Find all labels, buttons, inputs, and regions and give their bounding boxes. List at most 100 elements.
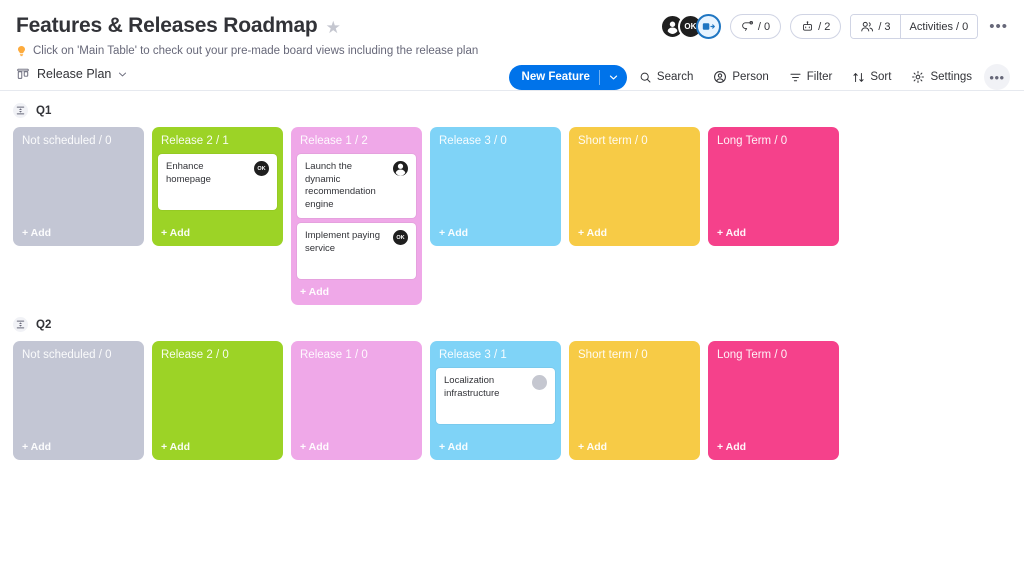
column-title: Release 3 / 1 — [439, 349, 507, 362]
board-column: Not scheduled / 0 + Add — [13, 341, 144, 461]
board-columns: Not scheduled / 0 + Add Release 2 / 0 + Add… — [13, 341, 1011, 461]
board-toolbar: New Feature Search Person Filter Sort Se… — [508, 64, 1010, 90]
board-header: Features & Releases Roadmap ★ Click on '… — [0, 0, 1024, 57]
settings-label: Settings — [930, 71, 972, 83]
filter-label: Filter — [806, 71, 833, 83]
members-count: / 3 — [878, 20, 891, 33]
card-avatar[interactable]: OK — [254, 161, 269, 176]
add-item-button[interactable]: + Add — [19, 220, 138, 240]
chevron-down-icon[interactable] — [118, 70, 127, 79]
page-title: Features & Releases Roadmap — [16, 14, 318, 37]
gear-icon — [911, 70, 925, 84]
column-title: Long Term / 0 — [717, 349, 788, 362]
activities-label: Activities / 0 — [909, 20, 969, 33]
filter-button[interactable]: Filter — [781, 64, 841, 90]
board-column: Short term / 0 + Add — [569, 341, 700, 461]
kanban-board: Q1 Not scheduled / 0 + Add Release 2 / 1 Enh… — [0, 103, 1024, 461]
board-column: Release 2 / 1 Enhance homepage OK + Add — [152, 127, 283, 246]
column-title: Short term / 0 — [578, 135, 648, 147]
kanban-board-icon — [16, 67, 30, 81]
column-title: Release 2 / 1 — [161, 135, 229, 147]
activities-stat[interactable]: Activities / 0 — [899, 15, 978, 38]
board-column: Release 2 / 0 + Add — [152, 341, 283, 461]
add-item-button[interactable]: + Add — [575, 434, 694, 454]
board-card[interactable]: Launch the dynamic recommendation engine — [297, 154, 416, 219]
toolbar-more-menu-button[interactable]: ••• — [984, 64, 1010, 90]
board-column: Release 3 / 0 + Add — [430, 127, 561, 246]
board-columns: Not scheduled / 0 + Add Release 2 / 1 Enhan… — [13, 127, 1011, 306]
invite-member-icon[interactable] — [695, 14, 721, 39]
sort-button[interactable]: Sort — [844, 64, 899, 90]
add-item-button[interactable]: + Add — [436, 220, 555, 240]
board-more-menu-button[interactable]: ••• — [987, 18, 1010, 35]
sort-icon — [852, 71, 865, 84]
column-cards: Localization infrastructure — [436, 368, 555, 425]
collapse-group-icon[interactable] — [13, 317, 28, 333]
search-button[interactable]: Search — [631, 64, 701, 90]
column-title: Not scheduled / 0 — [22, 135, 112, 147]
search-icon — [639, 71, 652, 84]
add-item-button[interactable]: + Add — [297, 434, 416, 454]
person-label: Person — [732, 71, 769, 83]
column-title: Short term / 0 — [578, 349, 648, 362]
avatar-group[interactable]: OK — [659, 14, 721, 39]
column-title: Release 1 / 2 — [300, 135, 368, 147]
column-cards: Launch the dynamic recommendation engine… — [297, 154, 416, 280]
updates-count: / 0 — [757, 20, 771, 33]
board-card[interactable]: Enhance homepage OK — [158, 154, 277, 210]
star-icon[interactable]: ★ — [326, 19, 341, 36]
board-card[interactable]: Implement paying service OK — [297, 223, 416, 280]
add-item-button[interactable]: + Add — [436, 434, 555, 454]
add-item-button[interactable]: + Add — [714, 220, 833, 240]
column-title: Release 1 / 0 — [300, 349, 368, 362]
column-title: Long Term / 0 — [717, 135, 788, 147]
integrations-pill[interactable]: / 2 — [790, 14, 842, 39]
group-header: Q1 — [13, 103, 1011, 118]
card-title: Launch the dynamic recommendation engine — [305, 161, 376, 210]
group-title: Q1 — [36, 104, 52, 117]
lightbulb-icon — [16, 45, 27, 57]
filter-icon — [789, 71, 802, 84]
board-column: Long Term / 0 + Add — [708, 341, 839, 461]
members-stat[interactable]: / 3 — [851, 15, 900, 38]
person-button[interactable]: Person — [705, 64, 776, 90]
card-avatar[interactable] — [532, 375, 547, 391]
collapse-group-icon[interactable] — [13, 103, 28, 118]
updates-pill[interactable]: / 0 — [729, 14, 782, 39]
search-label: Search — [656, 71, 694, 83]
board-column: Long Term / 0 + Add — [708, 127, 839, 246]
card-avatar[interactable]: OK — [393, 230, 408, 246]
add-item-button[interactable]: + Add — [714, 434, 833, 454]
add-item-button[interactable]: + Add — [297, 279, 416, 299]
view-tab-release-plan[interactable]: Release Plan — [16, 67, 127, 81]
board-group: Q2 Not scheduled / 0 + Add Release 2 / 0 + A… — [13, 317, 1011, 461]
view-bar: Release Plan New Feature Search Person F… — [0, 57, 1024, 91]
person-circle-icon — [713, 70, 727, 84]
header-right-cluster: OK / 0 / 2 / 3 Activities / 0 ••• — [659, 14, 1010, 39]
integrations-count: / 2 — [818, 20, 831, 33]
board-column: Release 1 / 2 Launch the dynamic recommen… — [291, 127, 422, 306]
group-title: Q2 — [36, 318, 52, 331]
card-title: Implement paying service — [305, 230, 380, 254]
column-title: Release 2 / 0 — [161, 349, 229, 362]
group-header: Q2 — [13, 317, 1011, 333]
add-item-button[interactable]: + Add — [158, 220, 277, 240]
robot-icon — [801, 20, 814, 33]
sort-label: Sort — [870, 71, 892, 83]
add-item-button[interactable]: + Add — [158, 434, 277, 454]
board-card[interactable]: Localization infrastructure — [436, 368, 555, 425]
new-feature-button[interactable]: New Feature — [508, 64, 627, 90]
column-cards: Enhance homepage OK — [158, 154, 277, 210]
add-item-button[interactable]: + Add — [575, 220, 694, 240]
card-title: Enhance homepage — [166, 161, 211, 185]
board-column: Release 1 / 0 + Add — [291, 341, 422, 461]
board-stats-group: / 3 Activities / 0 — [850, 14, 979, 39]
settings-button[interactable]: Settings — [903, 64, 980, 90]
column-title: Not scheduled / 0 — [22, 349, 112, 362]
new-feature-chevron-down-icon[interactable] — [600, 73, 627, 82]
people-icon — [860, 20, 874, 34]
board-column: Short term / 0 + Add — [569, 127, 700, 246]
board-group: Q1 Not scheduled / 0 + Add Release 2 / 1 Enh… — [13, 103, 1011, 306]
card-avatar[interactable] — [393, 161, 408, 176]
add-item-button[interactable]: + Add — [19, 434, 138, 454]
